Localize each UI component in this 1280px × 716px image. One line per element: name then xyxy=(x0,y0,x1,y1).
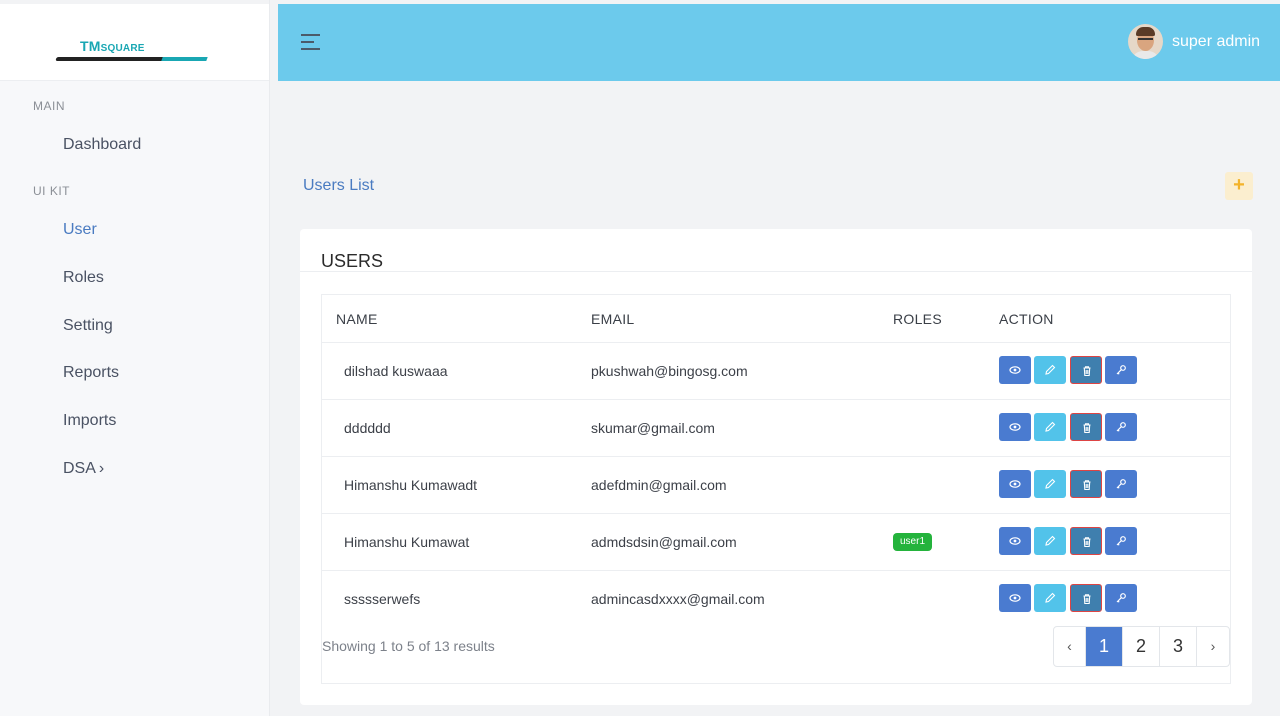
add-user-button[interactable]: + xyxy=(1225,172,1253,200)
column-header-name: NAME xyxy=(336,311,378,327)
cell-email: skumar@gmail.com xyxy=(591,420,715,436)
sidebar: TMSQUARE MAIN Dashboard UI KIT User Role… xyxy=(0,0,270,716)
pagination: ‹ 1 2 3 › xyxy=(1053,626,1230,667)
edit-button[interactable] xyxy=(1034,527,1066,555)
table-row: dilshad kuswaaa pkushwah@bingosg.com xyxy=(322,342,1230,399)
delete-button[interactable] xyxy=(1070,413,1102,441)
results-summary: Showing 1 to 5 of 13 results xyxy=(322,638,495,654)
hamburger-menu-icon[interactable] xyxy=(301,34,321,50)
card-title: USERS xyxy=(321,251,384,271)
delete-button[interactable] xyxy=(1070,470,1102,498)
delete-button[interactable] xyxy=(1070,527,1102,555)
cell-email: pkushwah@bingosg.com xyxy=(591,363,748,379)
pagination-next[interactable]: › xyxy=(1197,627,1229,666)
sidebar-item-setting[interactable]: Setting xyxy=(63,317,113,335)
sidebar-item-dsa[interactable]: DSA › xyxy=(63,460,104,478)
reset-password-button[interactable] xyxy=(1105,584,1137,612)
sidebar-item-user[interactable]: User xyxy=(63,221,97,239)
edit-button[interactable] xyxy=(1034,413,1066,441)
view-button[interactable] xyxy=(999,470,1031,498)
logo[interactable]: TMSQUARE xyxy=(0,0,269,81)
avatar[interactable] xyxy=(1128,24,1163,59)
sidebar-item-roles[interactable]: Roles xyxy=(63,269,104,287)
section-main: MAIN xyxy=(33,99,65,113)
username[interactable]: super admin xyxy=(1172,33,1260,51)
edit-button[interactable] xyxy=(1034,470,1066,498)
sidebar-item-dsa-label: DSA xyxy=(63,460,96,477)
pagination-page-1[interactable]: 1 xyxy=(1086,627,1123,666)
table-row: ssssserwefs admincasdxxxx@gmail.com xyxy=(322,570,1230,627)
table-row: dddddd skumar@gmail.com xyxy=(322,399,1230,456)
sidebar-item-imports[interactable]: Imports xyxy=(63,412,116,430)
pagination-page-3[interactable]: 3 xyxy=(1160,627,1197,666)
chevron-right-icon: › xyxy=(98,460,105,477)
cell-email: admdsdsin@gmail.com xyxy=(591,534,737,550)
view-button[interactable] xyxy=(999,356,1031,384)
reset-password-button[interactable] xyxy=(1105,413,1137,441)
cell-name: Himanshu Kumawadt xyxy=(344,477,478,493)
sidebar-item-reports[interactable]: Reports xyxy=(63,364,119,382)
view-button[interactable] xyxy=(999,527,1031,555)
table-row: Himanshu Kumawat admdsdsin@gmail.com user1 xyxy=(322,513,1230,570)
logo-text: TMSQUARE xyxy=(80,38,145,54)
view-button[interactable] xyxy=(999,413,1031,441)
cell-name: dddddd xyxy=(344,420,391,436)
topbar: super admin xyxy=(278,4,1280,81)
pagination-page-2[interactable]: 2 xyxy=(1123,627,1160,666)
sidebar-item-dashboard[interactable]: Dashboard xyxy=(63,136,141,154)
cell-email: adefdmin@gmail.com xyxy=(591,477,727,493)
column-header-email: EMAIL xyxy=(591,311,635,327)
reset-password-button[interactable] xyxy=(1105,527,1137,555)
edit-button[interactable] xyxy=(1034,356,1066,384)
pagination-prev[interactable]: ‹ xyxy=(1054,627,1086,666)
delete-button[interactable] xyxy=(1070,584,1102,612)
users-table: NAME EMAIL ROLES ACTION dilshad kuswaaa p… xyxy=(321,294,1231,684)
cell-name: ssssserwefs xyxy=(344,591,421,607)
section-ui-kit: UI KIT xyxy=(33,184,71,198)
column-header-roles: ROLES xyxy=(893,311,942,327)
page-title: Users List xyxy=(303,177,375,194)
cell-name: Himanshu Kumawat xyxy=(344,534,470,550)
delete-button[interactable] xyxy=(1070,356,1102,384)
reset-password-button[interactable] xyxy=(1105,356,1137,384)
reset-password-button[interactable] xyxy=(1105,470,1137,498)
users-card: USERS NAME EMAIL ROLES ACTION dilshad ku… xyxy=(300,229,1252,705)
logo-underline xyxy=(55,57,208,62)
view-button[interactable] xyxy=(999,584,1031,612)
column-header-action: ACTION xyxy=(999,311,1054,327)
role-badge: user1 xyxy=(893,533,933,551)
divider xyxy=(300,271,1252,272)
cell-email: admincasdxxxx@gmail.com xyxy=(591,591,765,607)
edit-button[interactable] xyxy=(1034,584,1066,612)
table-row: Himanshu Kumawadt adefdmin@gmail.com xyxy=(322,456,1230,513)
cell-name: dilshad kuswaaa xyxy=(344,363,448,379)
